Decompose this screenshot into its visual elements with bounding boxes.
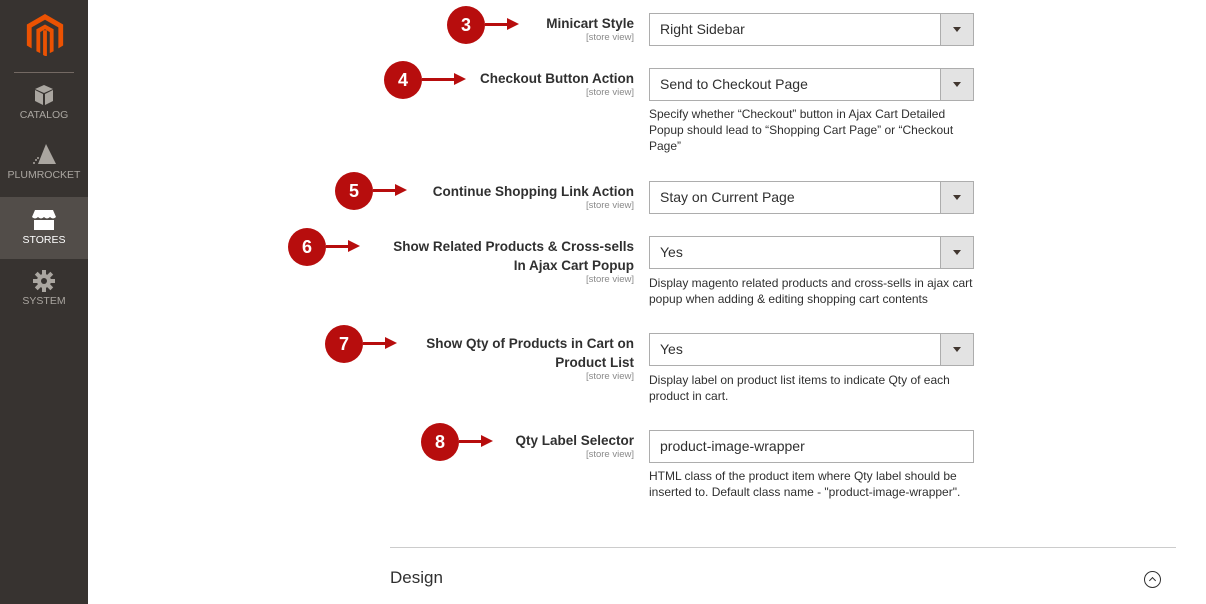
sidebar-item-label: CATALOG bbox=[19, 109, 69, 121]
section-divider bbox=[390, 547, 1176, 548]
minicart-style-select[interactable]: Right Sidebar bbox=[649, 13, 974, 46]
field-note: Specify whether “Checkout” button in Aja… bbox=[649, 107, 954, 153]
sidebar-item-label: PLUMROCKET bbox=[7, 169, 81, 181]
scope-label: [store view] bbox=[585, 371, 634, 382]
dropdown-arrow-icon[interactable] bbox=[940, 334, 973, 365]
select-value: Right Sidebar bbox=[660, 21, 745, 37]
field-label-line-2: Product List bbox=[555, 355, 634, 370]
scope-label: [store view] bbox=[585, 274, 634, 285]
storefront-icon bbox=[32, 210, 56, 230]
select-value: Yes bbox=[660, 341, 683, 357]
field-label-line-2: In Ajax Cart Popup bbox=[513, 258, 634, 273]
scope-label: [store view] bbox=[585, 449, 634, 460]
box-icon bbox=[35, 85, 53, 105]
qty-label-selector-input[interactable]: product-image-wrapper bbox=[649, 430, 974, 463]
sidebar-item-stores[interactable]: STORES bbox=[0, 197, 88, 259]
field-label: Show Related Products & Cross-sells bbox=[393, 239, 634, 254]
field-label: Show Qty of Products in Cart on bbox=[426, 336, 634, 351]
field-note: Display magento related products and cro… bbox=[649, 276, 973, 306]
dropdown-arrow-icon[interactable] bbox=[940, 69, 973, 100]
field-label: Checkout Button Action bbox=[480, 71, 634, 86]
show-related-products-select[interactable]: Yes bbox=[649, 236, 974, 269]
continue-shopping-link-action-select[interactable]: Stay on Current Page bbox=[649, 181, 974, 214]
field-note: Display label on product list items to i… bbox=[649, 373, 950, 403]
field-label: Qty Label Selector bbox=[515, 433, 634, 448]
step-badge: 6 bbox=[288, 228, 326, 266]
sidebar-item-catalog[interactable]: CATALOG bbox=[0, 84, 88, 146]
dropdown-arrow-icon[interactable] bbox=[940, 237, 973, 268]
scope-label: [store view] bbox=[585, 87, 634, 98]
show-qty-in-cart-select[interactable]: Yes bbox=[649, 333, 974, 366]
scope-label: [store view] bbox=[585, 200, 634, 211]
checkout-button-action-select[interactable]: Send to Checkout Page bbox=[649, 68, 974, 101]
design-section-title[interactable]: Design bbox=[390, 568, 443, 588]
field-label: Continue Shopping Link Action bbox=[432, 184, 634, 199]
magento-logo-icon[interactable] bbox=[26, 14, 64, 56]
field-note: HTML class of the product item where Qty… bbox=[649, 469, 961, 499]
plumrocket-pyramid-icon bbox=[33, 144, 56, 164]
field-label: Minicart Style bbox=[546, 16, 634, 31]
sidebar-item-plumrocket[interactable]: PLUMROCKET bbox=[0, 142, 88, 204]
chevron-up-circle-icon[interactable] bbox=[1144, 571, 1161, 588]
logo-divider bbox=[14, 72, 74, 73]
select-value: Send to Checkout Page bbox=[660, 76, 808, 92]
sidebar-item-label: STORES bbox=[22, 234, 66, 246]
select-value: Stay on Current Page bbox=[660, 189, 795, 205]
scope-label: [store view] bbox=[585, 32, 634, 43]
admin-sidebar: CATALOG PLUMROCKET STORES SYSTEM bbox=[0, 0, 88, 604]
dropdown-arrow-icon[interactable] bbox=[940, 182, 973, 213]
sidebar-item-label: SYSTEM bbox=[22, 295, 66, 307]
dropdown-arrow-icon[interactable] bbox=[940, 14, 973, 45]
select-value: Yes bbox=[660, 244, 683, 260]
sidebar-item-system[interactable]: SYSTEM bbox=[0, 270, 88, 332]
gear-icon bbox=[33, 270, 55, 292]
